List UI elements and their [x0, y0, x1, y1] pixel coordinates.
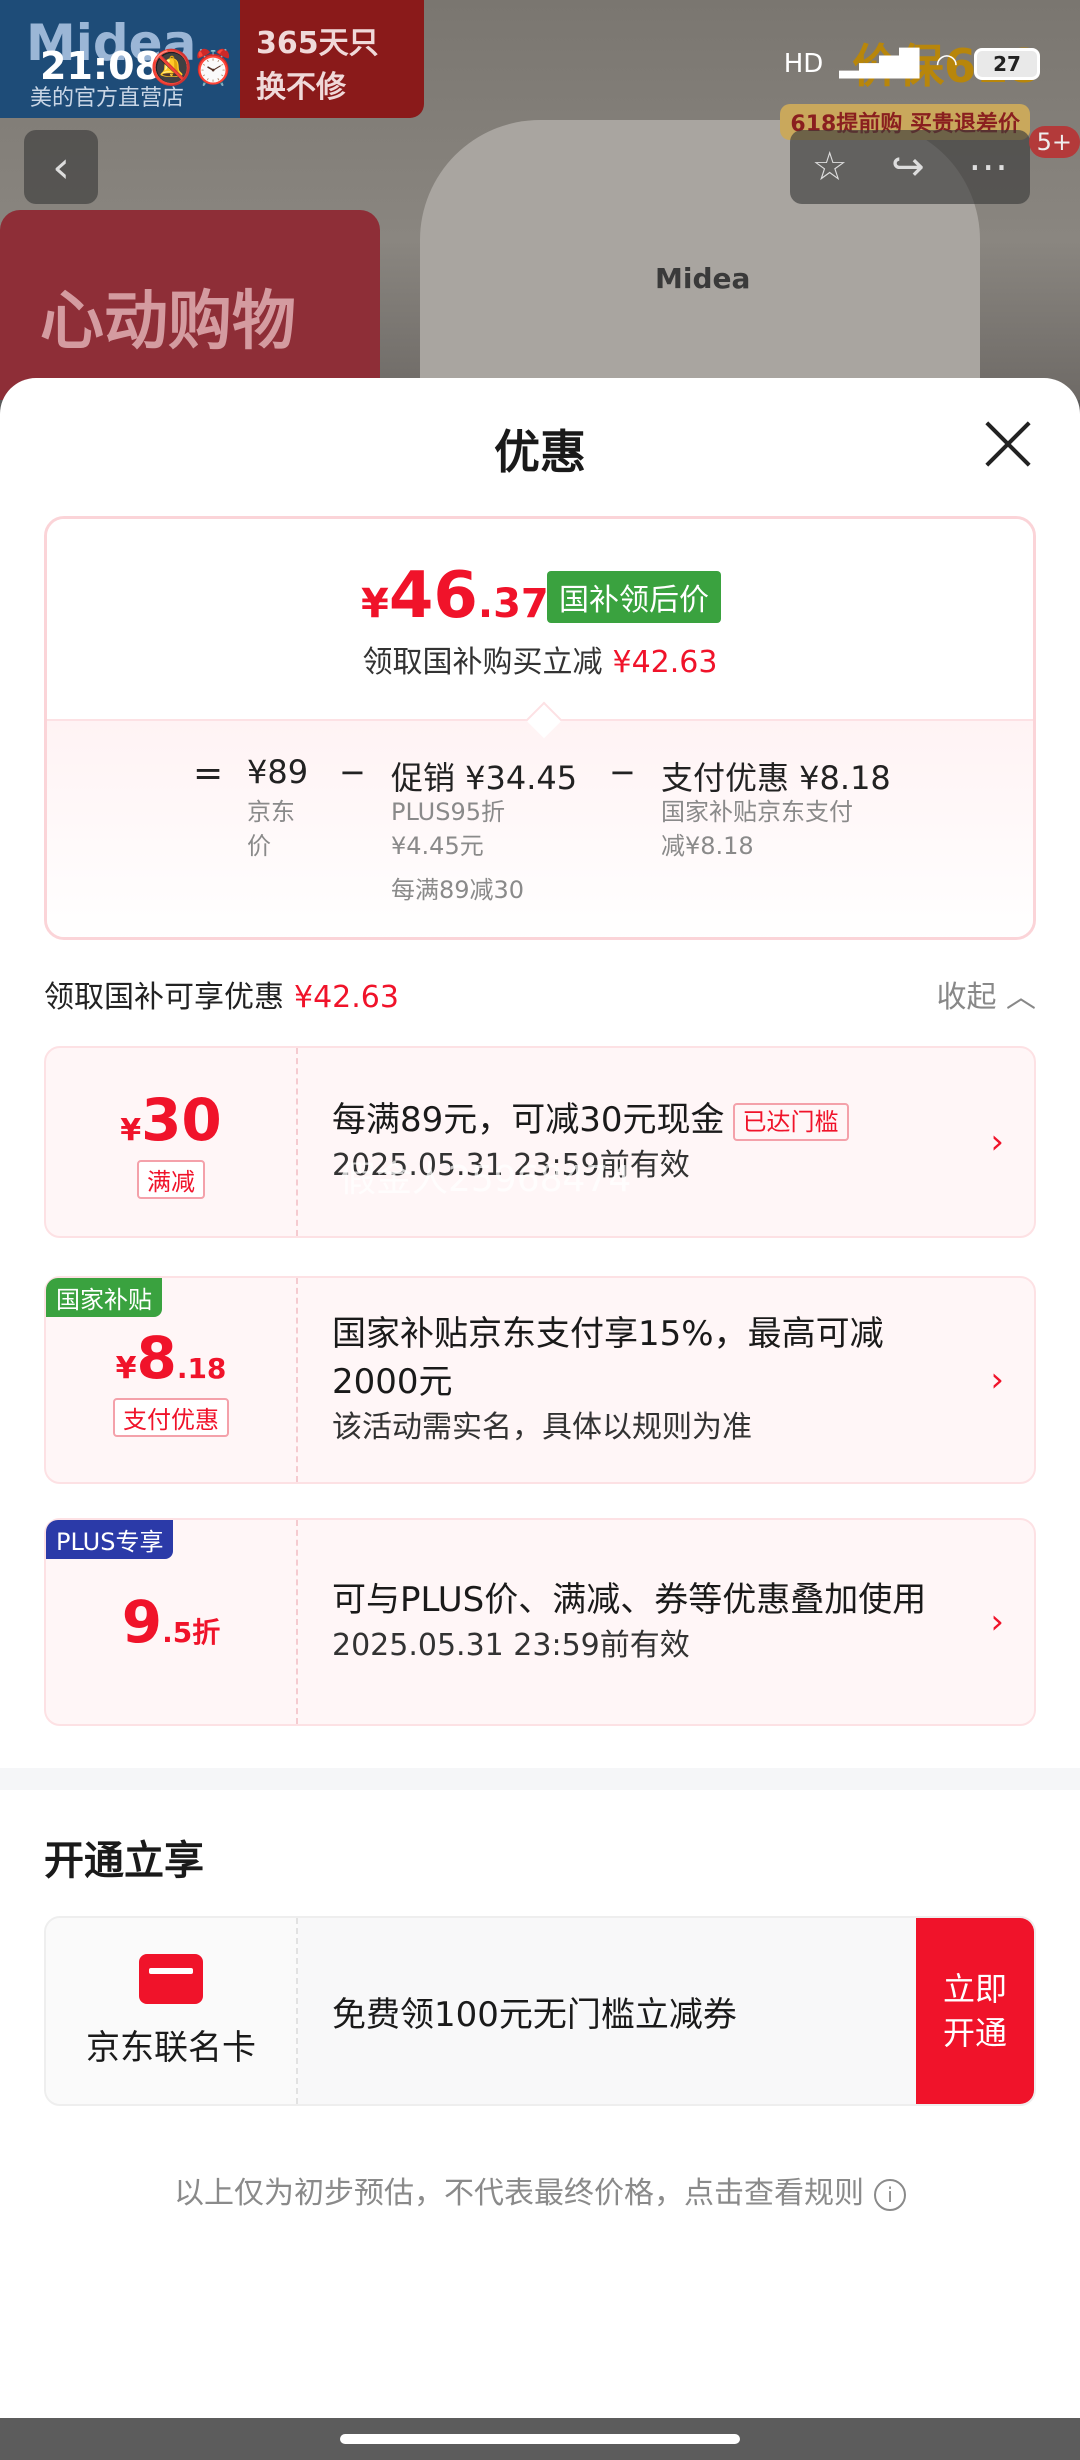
watermark: 假金人25968474 — [340, 1159, 632, 1200]
star-icon[interactable]: ☆ — [812, 144, 848, 190]
discount-sheet: 优惠 ¥ 46 .37 国补领后价 领取国补购买立减 ¥42.63 = ¥89 京… — [0, 378, 1080, 2418]
pay-discount-total: 支付优惠 ¥8.18 — [661, 759, 891, 797]
notification-icons: 🔕⏰ — [150, 48, 235, 88]
open-section-title: 开通立享 — [44, 1838, 204, 1884]
coupon-validity: 2025.05.31 23:59前有效 — [332, 1628, 690, 1663]
status-right: HD ▂▄▆█ ◠ 27 — [784, 48, 1040, 80]
promo-fullreduce: 每满89减30 — [391, 876, 525, 904]
coupon-card[interactable]: PLUS专享 9 .5折 可与PLUS价、满减、券等优惠叠加使用 2025.05… — [44, 1518, 1036, 1726]
final-price: ¥ 46 .37 — [361, 559, 549, 633]
promo-total: 促销 ¥34.45 — [391, 759, 578, 797]
back-button[interactable]: ‹ — [24, 130, 98, 204]
chevron-right-icon: › — [990, 1602, 1004, 1642]
sheet-title: 优惠 — [494, 425, 586, 479]
chevron-left-icon: ‹ — [52, 141, 70, 193]
collapse-button[interactable]: 收起 ︿ — [936, 972, 1036, 1016]
promo-plus: PLUS95折 — [391, 798, 505, 826]
coupon-value: ¥ 8 .18 支付优惠 — [46, 1278, 298, 1482]
section-divider — [0, 1768, 1080, 1790]
price-breakdown-card: ¥ 46 .37 国补领后价 领取国补购买立减 ¥42.63 = ¥89 京东价 … — [44, 516, 1036, 940]
price-subtitle: 领取国补购买立减 ¥42.63 — [362, 645, 718, 680]
home-indicator[interactable] — [340, 2434, 740, 2444]
battery-icon: 27 — [974, 48, 1040, 80]
status-time: 21:08 — [40, 44, 161, 88]
credit-card-icon — [139, 1953, 203, 2004]
home-bar — [0, 2418, 1080, 2460]
coupon-type: 满减 — [137, 1159, 205, 1199]
promo-plus-amount: ¥4.45元 — [391, 832, 484, 860]
minus-sign: − — [339, 753, 366, 791]
minus-sign-2: − — [609, 753, 636, 791]
message-badge: 5+ — [1028, 126, 1080, 158]
coupon-note: 该活动需实名，具体以规则为准 — [332, 1410, 752, 1445]
coupon-value: ¥ 30 满减 — [46, 1048, 298, 1236]
threshold-reached-badge: 已达门槛 — [732, 1102, 849, 1141]
nav-actions: ☆ ↪ ⋯ — [790, 130, 1030, 204]
subsidy-price-tag: 国补领后价 — [547, 571, 721, 623]
chevron-right-icon: › — [990, 1122, 1004, 1162]
coupon-title: 每满89元，可减30元现金 — [332, 1100, 725, 1140]
kettle-logo: Midea — [655, 262, 751, 295]
open-now-button[interactable]: 立即开通 — [916, 1918, 1034, 2104]
share-icon[interactable]: ↪ — [891, 144, 925, 190]
coupon-card[interactable]: ¥ 30 满减 每满89元，可减30元现金 已达门槛 2025.05.31 23:… — [44, 1046, 1036, 1238]
promo-banner: 心动购物季 — [0, 210, 380, 400]
hd-icon: HD — [783, 49, 824, 79]
section-title: 领取国补可享优惠 ¥42.63 — [44, 980, 399, 1015]
coupon-value: 9 .5折 — [46, 1520, 298, 1724]
equals-sign: = — [193, 753, 224, 794]
wifi-icon: ◠ — [935, 49, 958, 79]
more-icon[interactable]: ⋯ — [968, 144, 1008, 190]
coupon-card[interactable]: 国家补贴 ¥ 8 .18 支付优惠 国家补贴京东支付享15%，最高可减2000元… — [44, 1276, 1036, 1484]
base-price: ¥89 — [247, 753, 309, 791]
coupon-type: 支付优惠 — [113, 1397, 229, 1437]
pay-discount-desc: 国家补贴京东支付 — [661, 798, 853, 826]
status-bar: 21:08 🔕⏰ HD ▂▄▆█ ◠ 27 — [0, 0, 1080, 130]
coupon-title: 国家补贴京东支付享15%，最高可减2000元 — [332, 1314, 884, 1402]
close-icon[interactable] — [982, 418, 1034, 470]
coupon-title: 可与PLUS价、满减、券等优惠叠加使用 — [332, 1580, 927, 1620]
info-icon: i — [874, 2178, 906, 2211]
disclaimer-link[interactable]: 以上仅为初步预估，不代表最终价格，点击查看规则 i — [0, 2168, 1080, 2212]
jd-cobrand-card-offer: 京东联名卡 免费领100元无门槛立减券 立即开通 — [44, 1916, 1036, 2106]
signal-icon: ▂▄▆█ — [839, 49, 920, 79]
chevron-right-icon: › — [990, 1360, 1004, 1400]
pay-discount-amount: 减¥8.18 — [661, 832, 754, 860]
card-name: 京东联名卡 — [86, 2027, 256, 2068]
card-offer-text: 免费领100元无门槛立减券 — [332, 1994, 737, 2035]
base-price-label: 京东价 — [247, 798, 295, 860]
